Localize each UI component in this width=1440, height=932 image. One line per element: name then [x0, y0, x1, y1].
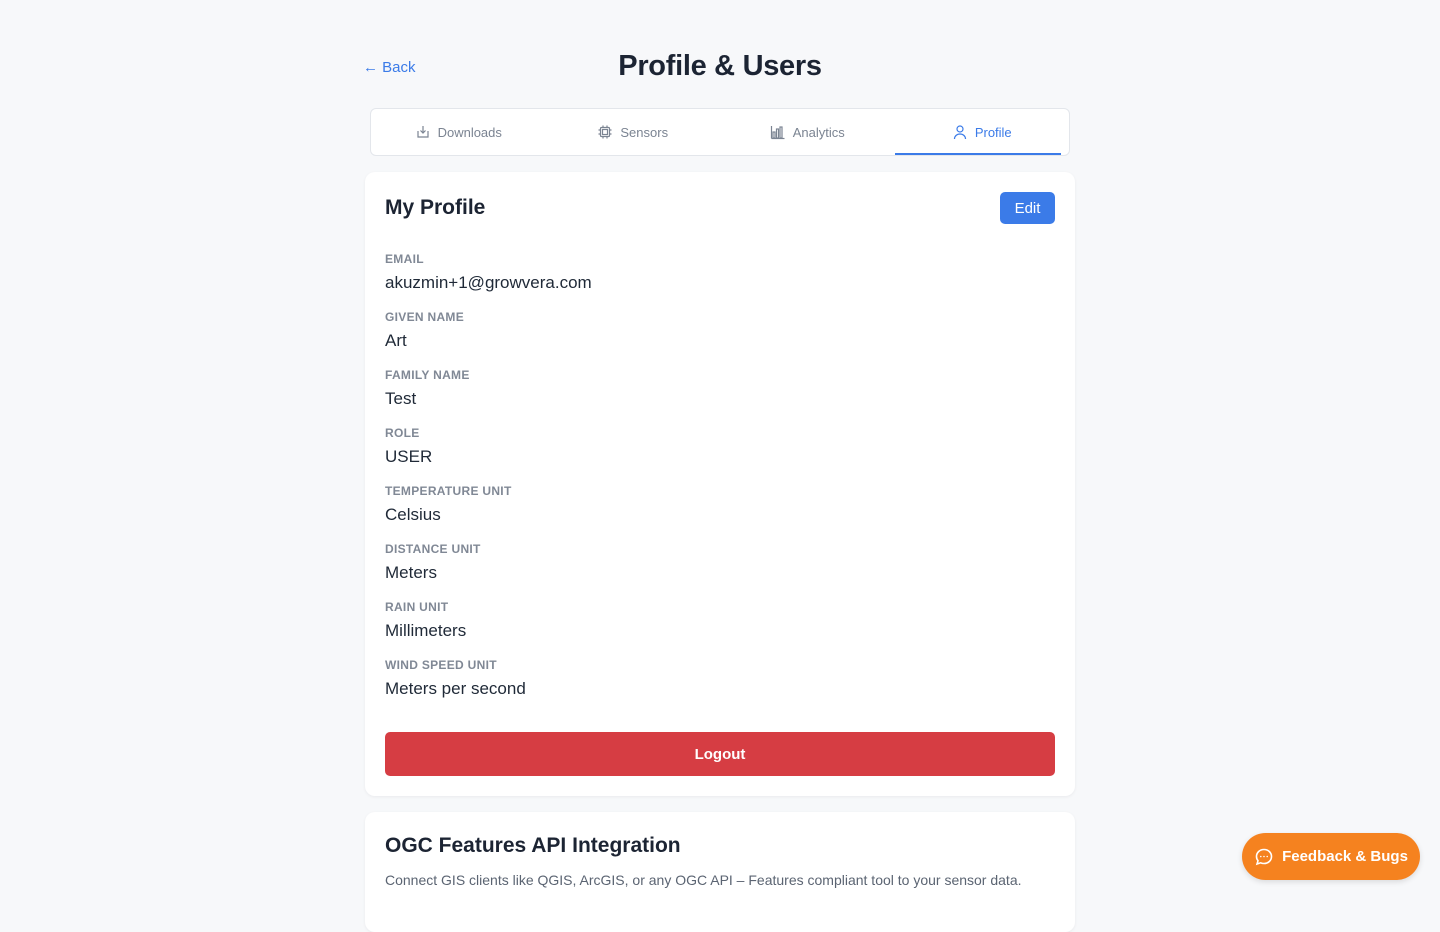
field-label: WIND SPEED UNIT — [385, 658, 497, 672]
field-distance-unit: DISTANCE UNIT Meters — [385, 542, 592, 600]
edit-button[interactable]: Edit — [1000, 192, 1055, 224]
field-wind-speed-unit: WIND SPEED UNIT Meters per second — [385, 658, 592, 716]
download-icon — [416, 126, 429, 138]
field-label: DISTANCE UNIT — [385, 542, 481, 556]
tab-sensors[interactable]: Sensors — [546, 109, 721, 155]
chat-bubble-icon — [1255, 848, 1273, 865]
bar-chart-icon — [770, 126, 785, 140]
card-title: My Profile — [385, 196, 486, 219]
profile-fields: EMAIL akuzmin+1@growvera.com GIVEN NAME … — [385, 252, 592, 716]
field-given-name: GIVEN NAME Art — [385, 310, 592, 368]
feedback-button[interactable]: Feedback & Bugs — [1242, 833, 1420, 880]
field-value: Celsius — [385, 505, 441, 524]
field-rain-unit: RAIN UNIT Millimeters — [385, 600, 592, 658]
field-value: Millimeters — [385, 621, 467, 640]
page-header: ← Back Profile & Users — [363, 48, 1077, 88]
user-icon — [953, 125, 966, 140]
logout-button[interactable]: Logout — [385, 732, 1055, 776]
field-label: RAIN UNIT — [385, 600, 449, 614]
profile-card: My Profile Edit EMAIL akuzmin+1@growvera… — [365, 172, 1075, 796]
field-label: EMAIL — [385, 252, 424, 266]
ogc-description: Connect GIS clients like QGIS, ArcGIS, o… — [385, 872, 1022, 888]
field-value: Meters per second — [385, 679, 526, 698]
field-email: EMAIL akuzmin+1@growvera.com — [385, 252, 592, 310]
field-label: TEMPERATURE UNIT — [385, 484, 512, 498]
ogc-title: OGC Features API Integration — [385, 834, 681, 857]
feedback-label: Feedback & Bugs — [1282, 848, 1408, 865]
field-family-name: FAMILY NAME Test — [385, 368, 592, 426]
field-temperature-unit: TEMPERATURE UNIT Celsius — [385, 484, 592, 542]
ogc-card: OGC Features API Integration Connect GIS… — [365, 812, 1075, 932]
field-value: Meters — [385, 563, 437, 582]
page-title: Profile & Users — [618, 50, 822, 82]
field-value: akuzmin+1@growvera.com — [385, 273, 592, 292]
field-label: ROLE — [385, 426, 420, 440]
field-role: ROLE USER — [385, 426, 592, 484]
tab-label: Downloads — [437, 124, 502, 140]
tab-label: Analytics — [792, 124, 845, 140]
field-value: Test — [385, 389, 417, 408]
tab-label: Profile — [974, 124, 1012, 140]
tab-downloads[interactable]: Downloads — [371, 109, 546, 155]
field-value: Art — [385, 331, 407, 350]
field-value: USER — [385, 447, 433, 466]
field-label: FAMILY NAME — [385, 368, 470, 382]
tab-bar: Downloads Sensors Analytics Profile — [370, 108, 1070, 156]
field-label: GIVEN NAME — [385, 310, 465, 324]
chip-icon — [598, 125, 612, 139]
tab-profile[interactable]: Profile — [894, 109, 1070, 155]
tab-analytics[interactable]: Analytics — [720, 109, 895, 155]
tab-label: Sensors — [620, 124, 669, 140]
